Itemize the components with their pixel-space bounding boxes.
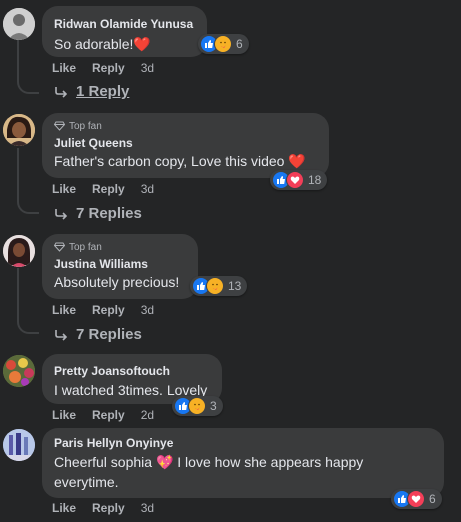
reaction-summary[interactable]: 6 (198, 34, 249, 54)
comment-author[interactable]: Paris Hellyn Onyinye (54, 436, 432, 450)
thread-curve (17, 316, 39, 334)
love-reaction-icon (407, 490, 425, 508)
like-button[interactable]: Like (52, 408, 76, 422)
comment-bubble: Top fan Justina Williams Absolutely prec… (42, 234, 198, 299)
comment-text: Cheerful sophia (54, 454, 153, 470)
comment-text: Absolutely precious! (54, 274, 180, 290)
comment-actions: Like Reply 2d (52, 408, 154, 422)
care-reaction-icon (206, 277, 224, 295)
comment-text: Father's carbon copy, Love this video (54, 153, 285, 169)
timestamp[interactable]: 3d (141, 501, 154, 515)
user-avatar-icon (3, 429, 35, 461)
reply-button[interactable]: Reply (92, 501, 125, 515)
view-replies-link[interactable]: 7 Replies (54, 326, 142, 343)
view-replies-link[interactable]: 1 Reply (54, 83, 129, 100)
reply-arrow-icon (55, 329, 68, 341)
top-fan-diamond-icon (54, 121, 65, 131)
reaction-count: 13 (228, 279, 242, 293)
reply-button[interactable]: Reply (92, 303, 125, 317)
reaction-count: 18 (308, 173, 322, 187)
thread-line (17, 268, 19, 318)
comment-bubble: Paris Hellyn Onyinye Cheerful sophia 💖 I… (42, 428, 444, 498)
like-button[interactable]: Like (52, 182, 76, 196)
heart-emoji: ❤️ (133, 36, 151, 52)
reply-button[interactable]: Reply (92, 61, 125, 75)
top-fan-badge: Top fan (54, 119, 317, 133)
replies-count-label[interactable]: 1 Reply (76, 83, 129, 100)
user-avatar-icon (3, 235, 35, 267)
reaction-count: 6 (236, 37, 243, 51)
reply-button[interactable]: Reply (92, 182, 125, 196)
reaction-summary[interactable]: 6 (391, 489, 442, 509)
replies-count-label[interactable]: 7 Replies (76, 205, 142, 222)
thread-line (17, 40, 19, 76)
top-fan-badge: Top fan (54, 240, 186, 254)
reply-button[interactable]: Reply (92, 408, 125, 422)
reply-arrow-icon (55, 208, 68, 220)
reaction-summary[interactable]: 18 (270, 170, 328, 190)
like-button[interactable]: Like (52, 61, 76, 75)
comment-author[interactable]: Justina Williams (54, 257, 186, 271)
thread-curve (17, 76, 39, 94)
timestamp[interactable]: 3d (141, 182, 154, 196)
comment-author[interactable]: Ridwan Olamide Yunusa (54, 17, 195, 31)
thread-curve (17, 196, 39, 214)
sparkling-heart-emoji: 💖 (155, 454, 174, 470)
timestamp[interactable]: 3d (141, 303, 154, 317)
avatar[interactable] (3, 429, 35, 461)
heart-emoji: ❤️ (288, 153, 306, 169)
avatar[interactable] (3, 355, 35, 387)
top-fan-label: Top fan (69, 120, 102, 132)
like-button[interactable]: Like (52, 303, 76, 317)
avatar[interactable] (3, 235, 35, 267)
timestamp[interactable]: 3d (141, 61, 154, 75)
comment-author[interactable]: Pretty Joansoftouch (54, 364, 210, 378)
care-reaction-icon (188, 397, 206, 415)
comment-bubble: Top fan Juliet Queens Father's carbon co… (42, 113, 329, 178)
comment-actions: Like Reply 3d (52, 501, 154, 515)
avatar[interactable] (3, 114, 35, 146)
like-button[interactable]: Like (52, 501, 76, 515)
user-avatar-icon (3, 355, 35, 387)
comment-bubble: Ridwan Olamide Yunusa So adorable!❤️ (42, 6, 207, 57)
comment-actions: Like Reply 3d (52, 61, 154, 75)
user-avatar-icon (3, 8, 35, 40)
reaction-summary[interactable]: 13 (190, 276, 248, 296)
comment-text: I love how she appears happy (177, 454, 364, 470)
top-fan-label: Top fan (69, 241, 102, 253)
love-reaction-icon (286, 171, 304, 189)
avatar[interactable] (3, 8, 35, 40)
thread-line (17, 148, 19, 198)
comment-text-line2: everytime. (54, 474, 119, 490)
top-fan-diamond-icon (54, 242, 65, 252)
comment-actions: Like Reply 3d (52, 182, 154, 196)
comment-actions: Like Reply 3d (52, 303, 154, 317)
timestamp[interactable]: 2d (141, 408, 154, 422)
view-replies-link[interactable]: 7 Replies (54, 205, 142, 222)
comment-text: So adorable! (54, 36, 134, 52)
care-reaction-icon (214, 35, 232, 53)
reply-arrow-icon (55, 86, 68, 98)
reaction-summary[interactable]: 3 (172, 396, 223, 416)
user-avatar-icon (3, 114, 35, 146)
reaction-count: 3 (210, 399, 217, 413)
replies-count-label[interactable]: 7 Replies (76, 326, 142, 343)
comment-author[interactable]: Juliet Queens (54, 136, 317, 150)
reaction-count: 6 (429, 492, 436, 506)
